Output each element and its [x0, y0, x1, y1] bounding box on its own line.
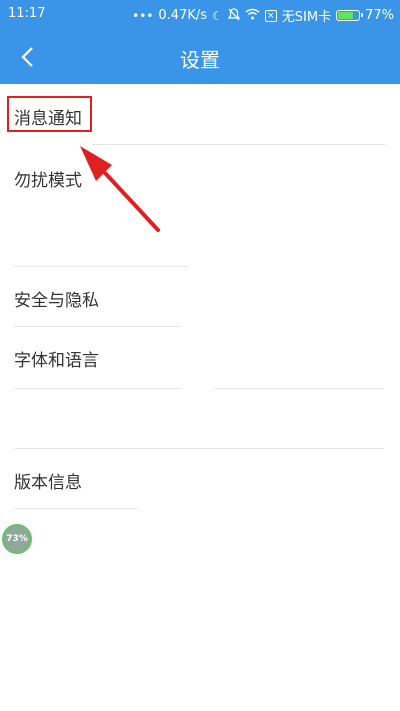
arrow-pointer-icon [80, 146, 160, 232]
progress-badge: 73% [2, 524, 32, 554]
